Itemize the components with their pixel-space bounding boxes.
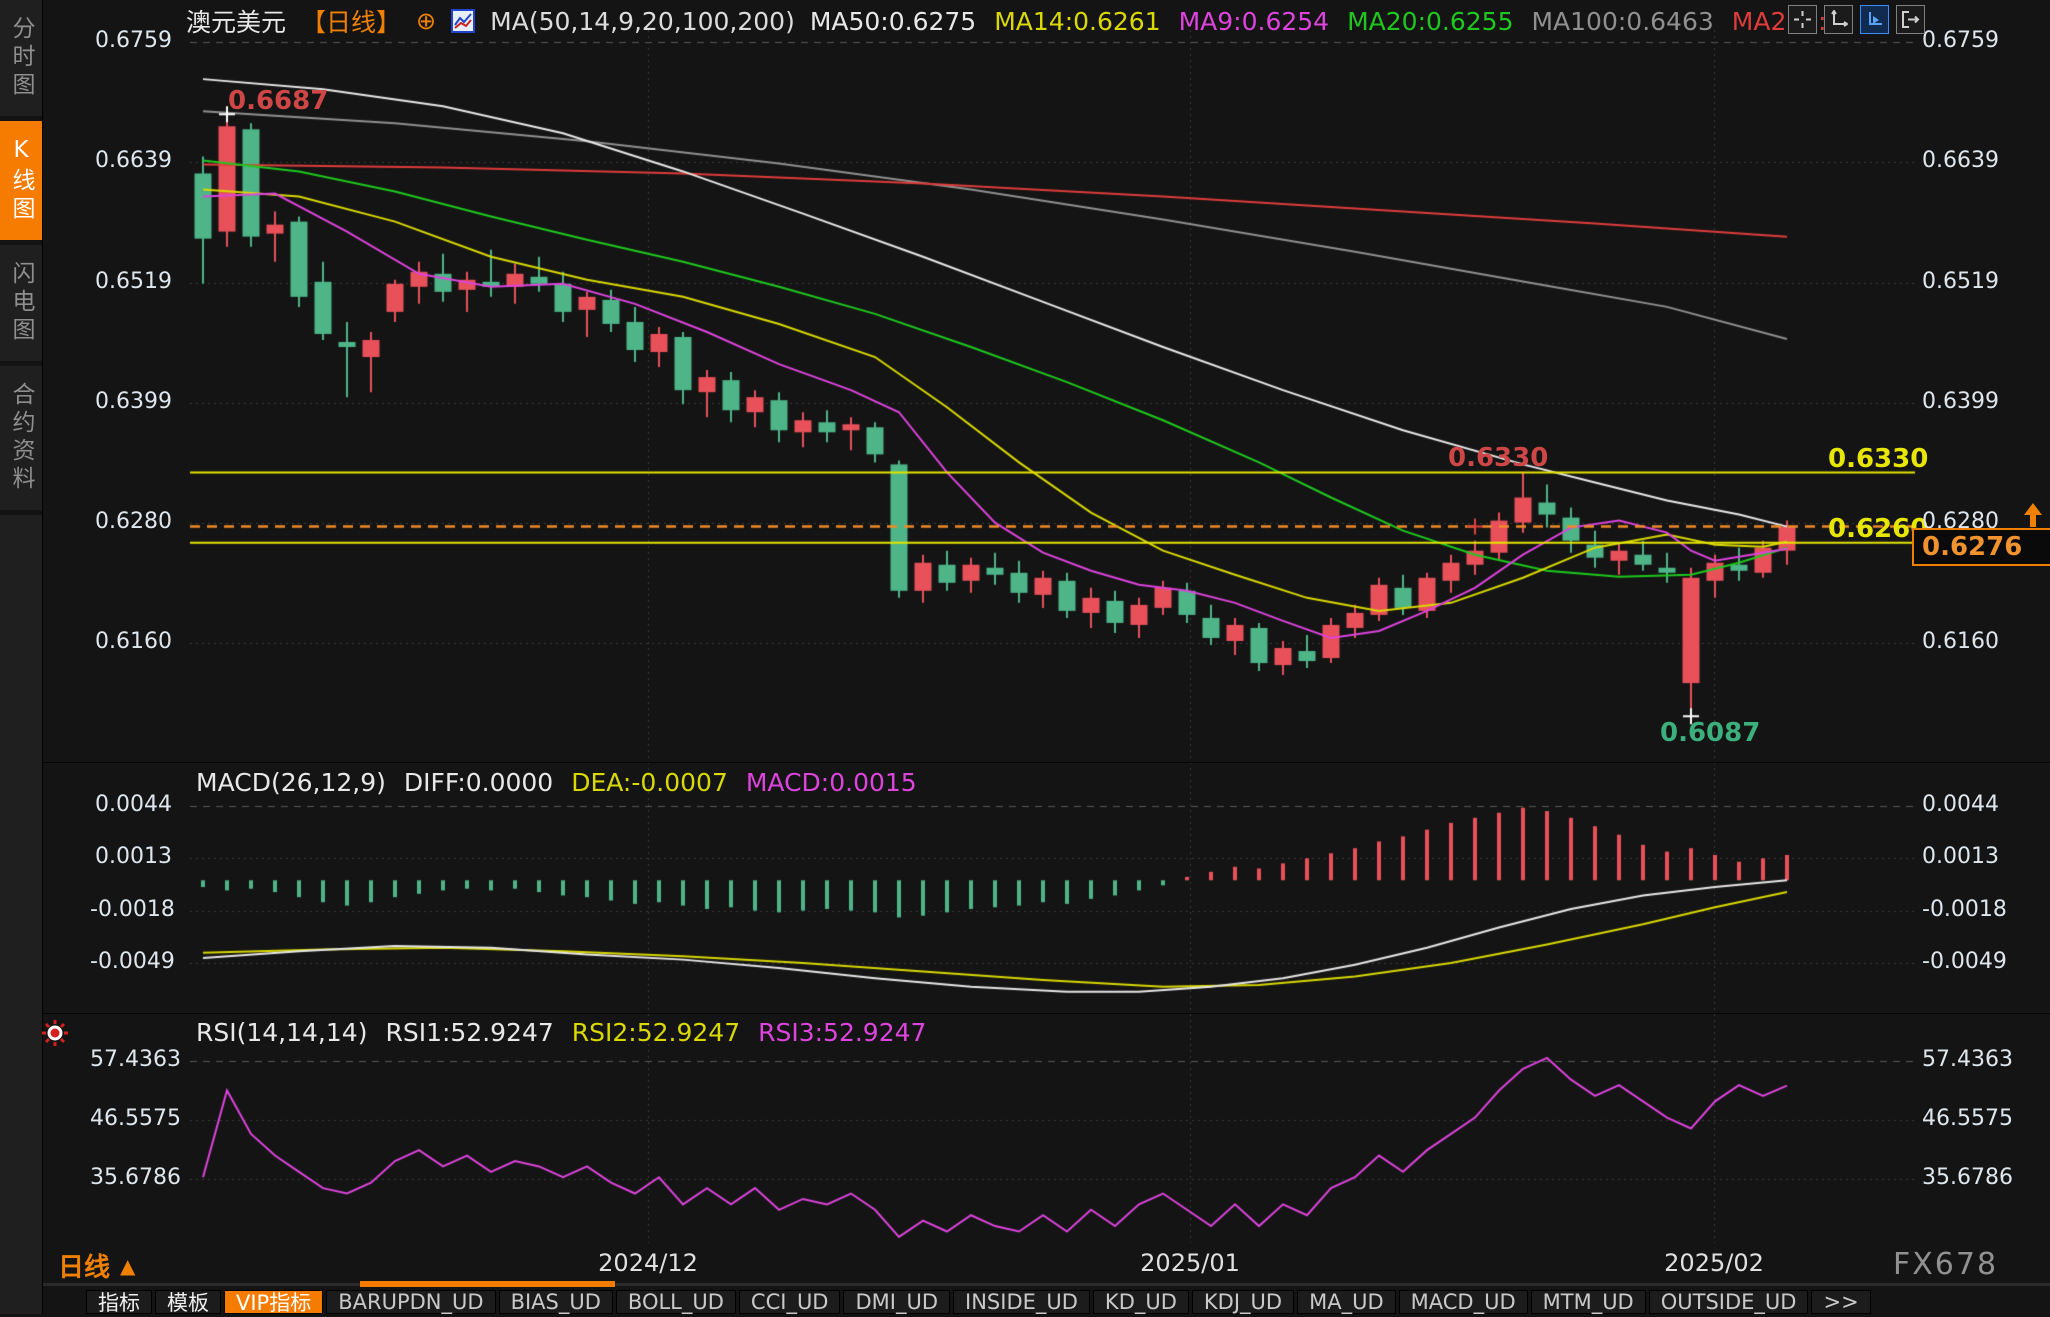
macd-title: MACD(26,12,9) bbox=[196, 768, 386, 797]
pane-separator bbox=[42, 762, 2050, 763]
period-indicator[interactable]: 日线 ▲ bbox=[58, 1247, 135, 1284]
exit-panel-icon[interactable] bbox=[1896, 5, 1925, 34]
period-up-arrow-icon: ▲ bbox=[120, 1254, 135, 1278]
axis-scale-icon[interactable] bbox=[1824, 5, 1853, 34]
symbol-name: 澳元美元 bbox=[186, 3, 286, 39]
rsi-pane-header: RSI(14,14,14) RSI1:52.9247 RSI2:52.9247 … bbox=[196, 1018, 926, 1047]
sidebar-item[interactable]: K线图 bbox=[0, 121, 42, 245]
price-chart-canvas[interactable] bbox=[0, 0, 2050, 1314]
indicator-tab[interactable]: MACD_UD bbox=[1399, 1290, 1528, 1314]
axis-tick-label: 0.0044 bbox=[90, 792, 172, 817]
macd-macd-value: MACD:0.0015 bbox=[746, 768, 917, 797]
chart-header: 澳元美元 【日线】 ⊕ MA(50,14,9,20,100,200) MA50:… bbox=[186, 3, 1827, 39]
axis-tick-label: 0.6399 bbox=[1922, 389, 1999, 414]
sidebar-item[interactable]: 闪电图 bbox=[0, 245, 42, 366]
add-indicator-icon[interactable]: ⊕ bbox=[416, 7, 436, 35]
axis-tick-label: 0.0044 bbox=[1922, 792, 1999, 817]
macd-pane-header: MACD(26,12,9) DIFF:0.0000 DEA:-0.0007 MA… bbox=[196, 768, 917, 797]
period-tag[interactable]: 【日线】 bbox=[301, 3, 401, 39]
indicator-tab[interactable]: BARUPDN_UD bbox=[326, 1290, 495, 1314]
ma-value-label: MA9:0.6254 bbox=[1179, 7, 1329, 36]
left-sidebar: 分时图K线图闪电图合约资料 bbox=[0, 0, 43, 1314]
indicator-tab[interactable]: INSIDE_UD bbox=[953, 1290, 1090, 1314]
pane-layout-icon[interactable] bbox=[1788, 5, 1817, 34]
axis-tick-label: 0.6759 bbox=[1922, 28, 1999, 53]
indicator-tab[interactable]: 指标 bbox=[86, 1290, 152, 1314]
rsi1-value: RSI1:52.9247 bbox=[385, 1018, 553, 1047]
axis-tick-label: 0.6639 bbox=[90, 148, 172, 173]
resistance-price-label: 0.6330 bbox=[1448, 443, 1548, 473]
axis-tick-label: 0.0013 bbox=[1922, 844, 1999, 869]
low-price-label: 0.6087 bbox=[1660, 718, 1760, 748]
rsi-title: RSI(14,14,14) bbox=[196, 1018, 367, 1047]
axis-tick-label: -0.0018 bbox=[1922, 897, 2007, 922]
axis-tick-label: 0.6759 bbox=[90, 28, 172, 53]
x-axis-label: 2025/01 bbox=[1140, 1249, 1240, 1277]
h-scrollbar-track[interactable] bbox=[42, 1283, 2050, 1286]
last-price-box: 0.6276 bbox=[1912, 528, 2050, 566]
indicator-tab[interactable]: 模板 bbox=[155, 1290, 221, 1314]
indicator-tab[interactable]: VIP指标 bbox=[224, 1290, 323, 1314]
ma-value-label: MA100:0.6463 bbox=[1531, 7, 1713, 36]
x-axis-label: 2025/02 bbox=[1664, 1249, 1764, 1277]
last-price-value: 0.6276 bbox=[1922, 532, 2022, 562]
axis-tick-label: -0.0018 bbox=[90, 897, 172, 922]
axis-tick-label: 57.4363 bbox=[1922, 1047, 2013, 1072]
axis-tick-label: 46.5575 bbox=[1922, 1106, 2013, 1131]
indicator-tab[interactable]: KDJ_UD bbox=[1192, 1290, 1294, 1314]
axis-tick-label: 0.6160 bbox=[90, 629, 172, 654]
indicator-tab[interactable]: KD_UD bbox=[1093, 1290, 1189, 1314]
price-up-arrow-icon bbox=[2022, 501, 2044, 533]
pane-separator bbox=[42, 1013, 2050, 1014]
sidebar-item[interactable]: 分时图 bbox=[0, 0, 42, 121]
axis-tick-label: -0.0049 bbox=[90, 949, 172, 974]
period-label: 日线 bbox=[58, 1247, 110, 1284]
indicator-tab[interactable]: CCI_UD bbox=[739, 1290, 841, 1314]
brand-watermark: FX678 bbox=[1893, 1247, 1998, 1282]
ma-settings-label: MA(50,14,9,20,100,200) bbox=[490, 7, 795, 36]
axis-tick-label: 0.0013 bbox=[90, 844, 172, 869]
x-axis-label: 2024/12 bbox=[598, 1249, 698, 1277]
sidebar-item[interactable]: 合约资料 bbox=[0, 366, 42, 515]
indicator-alert-icon[interactable] bbox=[40, 1018, 70, 1052]
indicator-tab[interactable]: MA_UD bbox=[1297, 1290, 1396, 1314]
axis-tick-label: 0.6519 bbox=[1922, 269, 1999, 294]
trading-app-window: 分时图K线图闪电图合约资料 澳元美元 【日线】 ⊕ MA(50,14,9,20,… bbox=[0, 0, 2050, 1314]
axis-tick-label: -0.0049 bbox=[1922, 949, 2007, 974]
axis-tick-label: 46.5575 bbox=[90, 1106, 172, 1131]
chart-type-icon[interactable] bbox=[451, 9, 475, 33]
macd-diff-value: DIFF:0.0000 bbox=[404, 768, 553, 797]
indicator-tab-bar: 指标模板VIP指标BARUPDN_UDBIAS_UDBOLL_UDCCI_UDD… bbox=[86, 1290, 1871, 1314]
axis-tick-label: 0.6639 bbox=[1922, 148, 1999, 173]
rsi3-value: RSI3:52.9247 bbox=[758, 1018, 926, 1047]
rsi2-value: RSI2:52.9247 bbox=[572, 1018, 740, 1047]
axis-tick-label: 35.6786 bbox=[90, 1165, 172, 1190]
macd-dea-value: DEA:-0.0007 bbox=[571, 768, 728, 797]
axis-tick-label: 35.6786 bbox=[1922, 1165, 2013, 1190]
axis-tick-label: 0.6160 bbox=[1922, 629, 1999, 654]
ma-value-label: MA50:0.6275 bbox=[810, 7, 976, 36]
ma-values: MA50:0.6275 MA14:0.6261 MA9:0.6254 MA20:0.6… bbox=[810, 7, 1827, 36]
axis-tick-label: 0.6280 bbox=[90, 509, 172, 534]
indicator-tab[interactable]: BOLL_UD bbox=[616, 1290, 736, 1314]
ma-value-label: MA14:0.6261 bbox=[994, 7, 1160, 36]
indicator-tab[interactable]: BIAS_UD bbox=[499, 1290, 613, 1314]
ma-value-label: MA20:0.6255 bbox=[1347, 7, 1513, 36]
chart-toolbar bbox=[1788, 5, 1925, 34]
resistance-price-label-right: 0.6330 bbox=[1828, 444, 1928, 474]
indicator-tab[interactable]: DMI_UD bbox=[843, 1290, 950, 1314]
h-scrollbar-thumb[interactable] bbox=[360, 1281, 615, 1287]
high-price-label: 0.6687 bbox=[228, 86, 328, 116]
axis-play-icon[interactable] bbox=[1860, 5, 1889, 34]
axis-tick-label: 0.6519 bbox=[90, 269, 172, 294]
indicator-tab[interactable]: >> bbox=[1811, 1290, 1870, 1314]
axis-tick-label: 0.6399 bbox=[90, 389, 172, 414]
indicator-tab[interactable]: MTM_UD bbox=[1531, 1290, 1646, 1314]
indicator-tab[interactable]: OUTSIDE_UD bbox=[1649, 1290, 1809, 1314]
axis-tick-label: 57.4363 bbox=[90, 1047, 172, 1072]
